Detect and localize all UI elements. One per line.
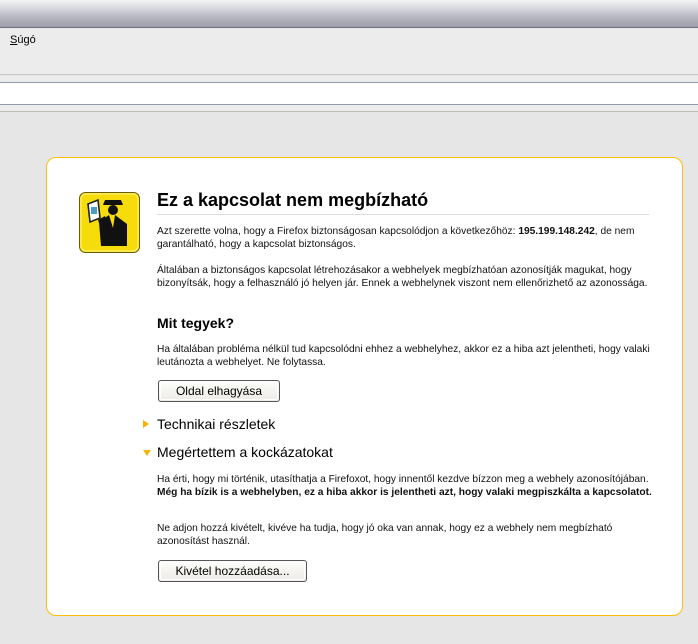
add-exception-button[interactable]: Kivétel hozzáadása... <box>158 560 307 582</box>
expand-right-icon <box>143 420 149 428</box>
understand-risks-expander[interactable]: Megértettem a kockázatokat <box>143 444 643 462</box>
what-text: Ha általában probléma nélkül tud kapcsol… <box>157 344 650 368</box>
understand-risks-label: Megértettem a kockázatokat <box>157 444 333 460</box>
menu-bar: Súgó <box>0 29 698 75</box>
expand-down-icon <box>143 450 151 456</box>
menu-help-label: úgó <box>17 34 36 46</box>
technical-details-label: Technikai részletek <box>157 416 276 432</box>
window-titlebar <box>0 0 698 28</box>
page-content: Ez a kapcsolat nem megbízható Azt szeret… <box>0 113 698 644</box>
url-bar[interactable] <box>0 82 698 105</box>
navigation-toolbar <box>0 76 698 112</box>
cert-error-box: Ez a kapcsolat nem megbízható Azt szeret… <box>46 157 683 616</box>
leave-page-button[interactable]: Oldal elhagyása <box>158 380 280 402</box>
technical-details-expander[interactable]: Technikai részletek <box>143 416 643 434</box>
what-heading: Mit tegyek? <box>157 315 235 331</box>
host-name: 195.199.148.242 <box>518 226 595 237</box>
menu-help[interactable]: Súgó <box>10 34 36 46</box>
police-officer-icon <box>79 192 140 253</box>
risks-warning-text: Ne adjon hozzá kivételt, kivéve ha tudja… <box>157 523 613 547</box>
page-title: Ez a kapcsolat nem megbízható <box>157 190 429 210</box>
intro-text: Azt szerette volna, hogy a Firefox bizto… <box>157 226 635 250</box>
explanation-text: Általában a biztonságos kapcsolat létreh… <box>157 265 648 289</box>
title-divider <box>157 214 649 215</box>
risks-text: Ha érti, hogy mi történik, utasíthatja a… <box>157 474 652 498</box>
